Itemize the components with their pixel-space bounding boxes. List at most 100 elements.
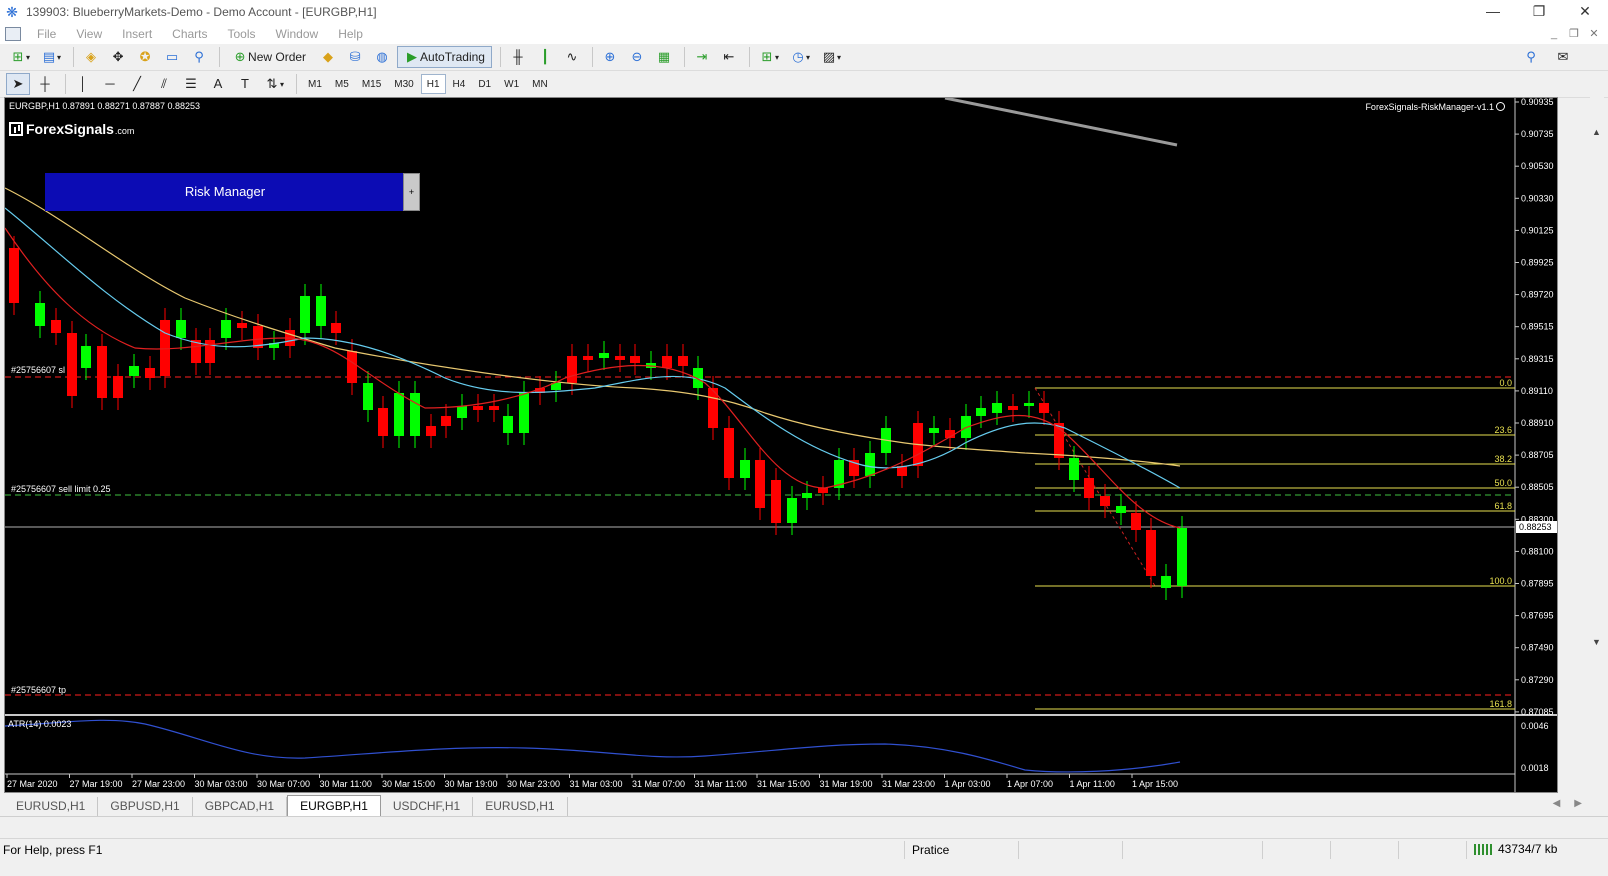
menu-tools[interactable]: Tools [218, 24, 266, 44]
candle-body [802, 493, 812, 498]
arrows-tool[interactable]: ⇅ ▾ [260, 73, 288, 95]
scroll-down-icon: ▼ [1592, 637, 1601, 647]
zoom-in-button[interactable]: ⊕ [598, 46, 622, 68]
chat-button[interactable]: ✉ [1551, 46, 1575, 68]
tab-gbpcad-h1[interactable]: GBPCAD,H1 [193, 797, 288, 816]
new-chart-button[interactable]: ⊞ ▾ [6, 46, 34, 68]
candle-body [787, 498, 797, 523]
tab-eurusd-h1-2[interactable]: EURUSD,H1 [473, 797, 568, 816]
autotrading-button[interactable]: ▶ AutoTrading [397, 46, 492, 68]
timeframe-m15[interactable]: M15 [356, 74, 387, 94]
line-chart-button[interactable]: ∿ [560, 46, 584, 68]
connection-status[interactable]: 43734/7 kb [1474, 842, 1557, 856]
status-profile[interactable]: Pratice [912, 843, 949, 857]
title-bar: ❋ 139903: BlueberryMarkets-Demo - Demo A… [0, 0, 1608, 24]
fib-level-label: 0.0 [1499, 378, 1512, 388]
timeframe-mn[interactable]: MN [526, 74, 554, 94]
fib-level-label: 23.6 [1494, 425, 1512, 435]
new-order-button[interactable]: ⊕ New Order [225, 46, 313, 68]
vertical-scrollbar[interactable]: ▲ ▼ [1590, 97, 1604, 793]
menu-file[interactable]: File [27, 24, 66, 44]
candle-body [1069, 458, 1079, 480]
terminal-button[interactable]: ▭ [160, 46, 184, 68]
fib-level-label: 50.0 [1494, 478, 1512, 488]
cursor-tool[interactable]: ➤ [6, 73, 30, 95]
chart-shift-button[interactable]: ⇤ [717, 46, 741, 68]
timeframe-m5[interactable]: M5 [329, 74, 355, 94]
menu-window[interactable]: Window [266, 24, 329, 44]
search-button[interactable]: ⚲ [1519, 46, 1543, 68]
candle-body [237, 323, 247, 328]
price-axis-label: 0.87895 [1521, 579, 1554, 589]
app-logo-icon: ❋ [6, 4, 18, 20]
candlestick-button[interactable]: ┃ [533, 46, 557, 68]
tab-eurusd-h1[interactable]: EURUSD,H1 [4, 797, 99, 816]
market-watch-button[interactable]: ◈ [79, 46, 103, 68]
fibonacci-tool[interactable]: ☰ [179, 73, 203, 95]
horizontal-line-tool[interactable]: ─ [98, 73, 122, 95]
trendline-tool[interactable]: ╱ [125, 73, 149, 95]
metaeditor-button[interactable]: ◆ [316, 46, 340, 68]
auto-scroll-button[interactable]: ⇥ [690, 46, 714, 68]
crosshair-tool[interactable]: ┼ [33, 73, 57, 95]
bar-chart-button[interactable]: ╫ [506, 46, 530, 68]
timeframe-h1[interactable]: H1 [420, 74, 446, 94]
vertical-line-tool[interactable]: │ [71, 73, 95, 95]
time-axis-label: 30 Mar 11:00 [320, 779, 372, 789]
mdi-close-button[interactable]: ✕ [1584, 24, 1604, 44]
channel-tool[interactable]: ⫽ [152, 73, 176, 95]
menu-charts[interactable]: Charts [162, 24, 217, 44]
close-button[interactable]: ✕ [1562, 0, 1608, 24]
timeframe-m30[interactable]: M30 [388, 74, 419, 94]
menu-insert[interactable]: Insert [112, 24, 162, 44]
timeframe-h4[interactable]: H4 [447, 74, 472, 94]
minimize-button[interactable]: — [1470, 0, 1516, 24]
periods-button[interactable]: ◷ ▾ [786, 46, 814, 68]
vps-button[interactable]: ◍ [370, 46, 394, 68]
strategy-tester-button[interactable]: ⚲ [187, 46, 211, 68]
tab-scroll-arrows[interactable]: ◀▶ [1553, 798, 1596, 809]
templates-button[interactable]: ▨ ▾ [817, 46, 845, 68]
navigator-button[interactable]: ✪ [133, 46, 157, 68]
tab-gbpusd-h1[interactable]: GBPUSD,H1 [98, 797, 193, 816]
text-label-tool[interactable]: T [233, 73, 257, 95]
signals-button[interactable]: ⛁ [343, 46, 367, 68]
timeframe-d1[interactable]: D1 [472, 74, 497, 94]
candle-body [363, 383, 373, 410]
chart-window[interactable]: 0.90935 0.90735 0.90530 0.90330 0.90125 0.899… [4, 97, 1558, 793]
mdi-minimize-button[interactable]: _ [1544, 24, 1564, 44]
risk-manager-panel[interactable]: Risk Manager [45, 173, 405, 211]
candle-body [441, 416, 451, 426]
tile-windows-button[interactable]: ▦ [652, 46, 676, 68]
profiles-button[interactable]: ▤ ▾ [37, 46, 65, 68]
order-sell-limit-label: #25756607 sell limit 0.25 [11, 484, 111, 494]
chart-window-icon[interactable] [5, 27, 21, 41]
price-axis-label: 0.89515 [1521, 322, 1554, 332]
candle-body [205, 340, 215, 363]
candle-body [818, 488, 828, 493]
order-tp-label: #25756607 tp [11, 685, 67, 695]
text-tool[interactable]: A [206, 73, 230, 95]
candle-body [1008, 406, 1018, 410]
candle-body [378, 408, 388, 436]
price-axis-label: 0.88705 [1521, 450, 1554, 460]
menu-help[interactable]: Help [328, 24, 373, 44]
tab-usdchf-h1[interactable]: USDCHF,H1 [381, 797, 474, 816]
restore-button[interactable]: ❐ [1516, 0, 1562, 24]
crosshair-icon: ┼ [40, 76, 50, 91]
menu-view[interactable]: View [66, 24, 112, 44]
time-axis-label: 31 Mar 03:00 [570, 779, 623, 789]
tab-eurgbp-h1[interactable]: EURGBP,H1 [287, 795, 381, 816]
data-window-button[interactable]: ✥ [106, 46, 130, 68]
mdi-restore-button[interactable]: ❐ [1564, 24, 1584, 44]
candle-body [300, 296, 310, 333]
indicators-button[interactable]: ⊞ ▾ [755, 46, 783, 68]
zoom-out-button[interactable]: ⊖ [625, 46, 649, 68]
timeframe-w1[interactable]: W1 [498, 74, 525, 94]
atr-axis-label: 0.0018 [1521, 763, 1549, 773]
timeframe-m1[interactable]: M1 [302, 74, 328, 94]
candle-body [160, 320, 170, 376]
price-axis-label: 0.87085 [1521, 707, 1554, 717]
risk-manager-expand-button[interactable]: + [403, 173, 420, 211]
time-axis-label: 30 Mar 07:00 [257, 779, 310, 789]
